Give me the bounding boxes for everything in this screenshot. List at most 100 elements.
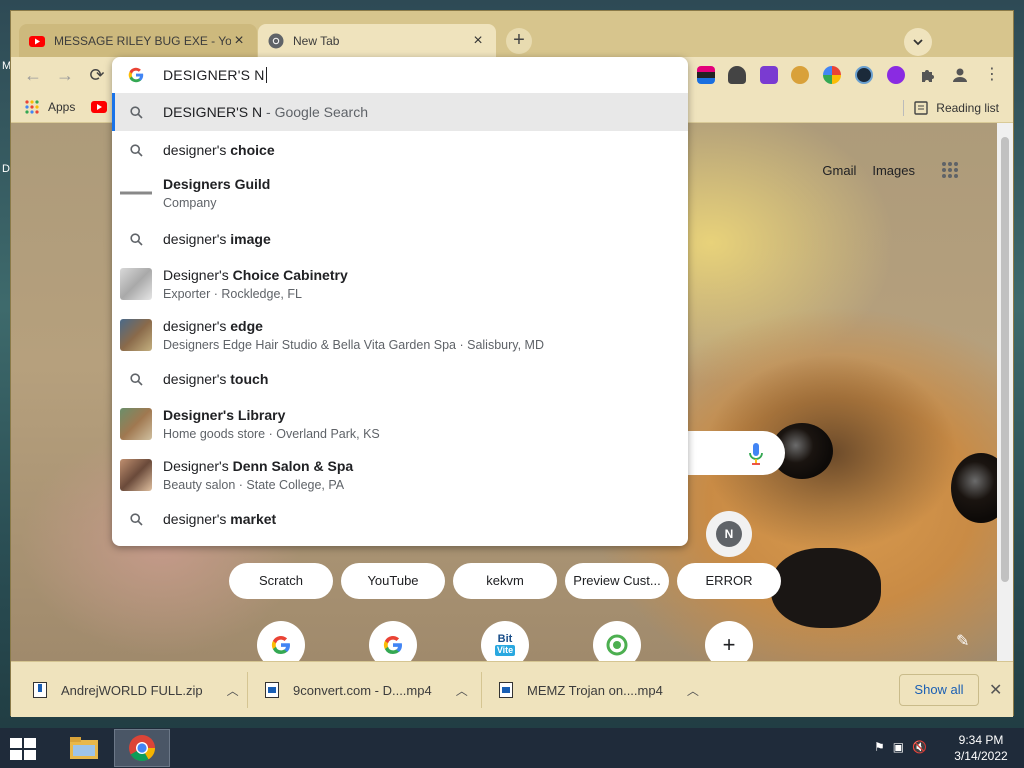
suggestion-item[interactable]: designer's touch	[112, 362, 688, 396]
shortcut-google-1[interactable]	[257, 621, 305, 661]
action-center-flag-icon[interactable]: ⚑	[874, 740, 885, 754]
customize-pencil-icon[interactable]: ✎	[956, 631, 969, 651]
apps-bookmark[interactable]: Apps	[25, 100, 108, 114]
shortcut-youtube[interactable]: YouTube	[341, 563, 445, 599]
reload-icon[interactable]: ⟳	[85, 63, 109, 87]
plus-icon: +	[722, 632, 736, 657]
back-icon[interactable]: ←	[21, 63, 45, 87]
search-icon	[128, 104, 144, 120]
extension-globe-icon[interactable]	[855, 66, 873, 84]
suggestion-subtitle: Beauty salon · State College, PA	[163, 478, 345, 492]
video-file-icon	[265, 682, 279, 698]
tab-youtube[interactable]: MESSAGE RILEY BUG EXE - YouTube ×	[19, 24, 257, 57]
search-icon	[128, 511, 144, 527]
add-shortcut-button[interactable]: +	[705, 621, 753, 661]
tab-new-tab[interactable]: New Tab ×	[258, 24, 496, 57]
suggestion-text-bold: touch	[230, 371, 269, 387]
download-item[interactable]: MEMZ Trojan on....mp4 ︿	[499, 662, 699, 718]
suggestion-entity[interactable]: Designer's Denn Salon & Spa Beauty salon…	[112, 451, 688, 499]
network-icon[interactable]: ▣	[893, 740, 904, 754]
page-scrollbar[interactable]	[997, 123, 1013, 661]
forward-icon[interactable]: →	[53, 63, 77, 87]
google-apps-grid-icon[interactable]	[941, 161, 959, 179]
suggestion-text: DESIGNER'S N	[163, 104, 263, 120]
shortcut-google-2[interactable]	[369, 621, 417, 661]
system-tray: ⚑ ▣ 🔇	[874, 740, 927, 754]
bitvite-logo-top: Bit	[497, 633, 513, 645]
shortcut-bitvite[interactable]: Bit Vite	[481, 621, 529, 661]
chevron-up-icon[interactable]: ︿	[456, 682, 468, 699]
clock-date: 3/14/2022	[954, 749, 1008, 763]
chevron-down-icon	[913, 39, 923, 46]
suggestion-item[interactable]: designer's choice	[112, 133, 688, 167]
download-filename: MEMZ Trojan on....mp4	[527, 682, 663, 698]
entity-thumbnail	[120, 268, 152, 300]
youtube-icon[interactable]	[91, 101, 108, 113]
extensions-puzzle-icon[interactable]	[919, 66, 937, 84]
suggestion-text-bold: image	[230, 231, 271, 247]
new-tab-button[interactable]: +	[506, 28, 532, 54]
download-item[interactable]: AndrejWORLD FULL.zip ︿	[33, 662, 239, 718]
shortcut-kekvm[interactable]: kekvm	[453, 563, 557, 599]
close-icon[interactable]: ×	[231, 32, 247, 49]
microphone-icon[interactable]	[749, 443, 763, 465]
youtube-icon	[29, 35, 45, 47]
suggestion-subtitle: Designers Edge Hair Studio & Bella Vita …	[163, 338, 544, 352]
shortcut-error[interactable]: ERROR	[677, 563, 781, 599]
shortcut-avatar: N	[716, 521, 742, 547]
menu-dots-icon[interactable]: ⋮	[983, 66, 1001, 84]
chevron-up-icon[interactable]: ︿	[227, 682, 239, 699]
profile-icon[interactable]	[951, 66, 969, 84]
entity-thumbnail	[120, 408, 152, 440]
extension-star-icon[interactable]	[887, 66, 905, 84]
chevron-up-icon[interactable]: ︿	[687, 682, 699, 699]
download-filename: 9convert.com - D....mp4	[293, 682, 432, 698]
suggestion-hint: - Google Search	[262, 104, 368, 120]
close-icon[interactable]: ×	[470, 32, 486, 49]
shortcut-preview[interactable]: Preview Cust...	[565, 563, 669, 599]
chrome-taskbar-button[interactable]	[114, 729, 170, 767]
download-bar: AndrejWORLD FULL.zip ︿ 9convert.com - D.…	[11, 661, 1013, 717]
tab-title: MESSAGE RILEY BUG EXE - YouTube	[54, 33, 231, 48]
extension-flag-icon[interactable]	[697, 66, 715, 84]
top-links: Gmail Images	[822, 161, 959, 179]
volume-muted-icon[interactable]: 🔇	[912, 740, 927, 754]
suggestion-text-bold: Choice Cabinetry	[232, 267, 348, 283]
zip-file-icon	[33, 682, 47, 698]
suggestion-text-bold: edge	[230, 318, 263, 334]
shortcut-scratch[interactable]: Scratch	[229, 563, 333, 599]
address-bar-input[interactable]: DESIGNER'S N	[112, 57, 688, 93]
reading-list-button[interactable]: Reading list	[903, 100, 999, 116]
text-caret	[265, 67, 267, 83]
suggestion-entity[interactable]: Designer's Library Home goods store · Ov…	[112, 400, 688, 448]
shortcut-n[interactable]: N	[706, 511, 752, 557]
google-g-icon	[128, 67, 144, 83]
chrome-icon	[268, 33, 284, 48]
reading-list-icon	[914, 101, 928, 115]
suggestion-item[interactable]: designer's market	[112, 502, 688, 536]
show-all-downloads-button[interactable]: Show all	[899, 674, 979, 706]
suggestion-entity[interactable]: designer's edge Designers Edge Hair Stud…	[112, 311, 688, 359]
extension-space-invader-icon[interactable]	[760, 66, 778, 84]
suggestion-text-bold: Designer's Library	[163, 407, 286, 423]
tab-search-button[interactable]	[904, 28, 932, 56]
scrollbar-thumb[interactable]	[1001, 137, 1009, 582]
gmail-link[interactable]: Gmail	[822, 163, 856, 178]
suggestion-google-search[interactable]: DESIGNER'S N - Google Search	[112, 93, 688, 131]
extension-doge-icon[interactable]	[791, 66, 809, 84]
taskbar: ⚑ ▣ 🔇 9:34 PM 3/14/2022	[0, 728, 1024, 768]
suggestion-item[interactable]: designer's image	[112, 222, 688, 256]
extension-hat-icon[interactable]	[728, 66, 746, 84]
chrome-icon	[129, 735, 156, 762]
download-item[interactable]: 9convert.com - D....mp4 ︿	[265, 662, 468, 718]
images-link[interactable]: Images	[872, 163, 915, 178]
close-icon[interactable]: ✕	[989, 680, 1002, 700]
suggestion-entity[interactable]: Designers Guild Company	[112, 169, 688, 217]
shortcut-green-ring[interactable]	[593, 621, 641, 661]
google-g-icon	[271, 635, 291, 655]
file-explorer-taskbar-button[interactable]	[56, 729, 112, 767]
taskbar-clock[interactable]: 9:34 PM 3/14/2022	[948, 732, 1014, 764]
extension-color-wheel-icon[interactable]	[823, 66, 841, 84]
suggestion-entity[interactable]: Designer's Choice Cabinetry Exporter · R…	[112, 260, 688, 308]
windows-start-icon[interactable]	[8, 736, 38, 762]
